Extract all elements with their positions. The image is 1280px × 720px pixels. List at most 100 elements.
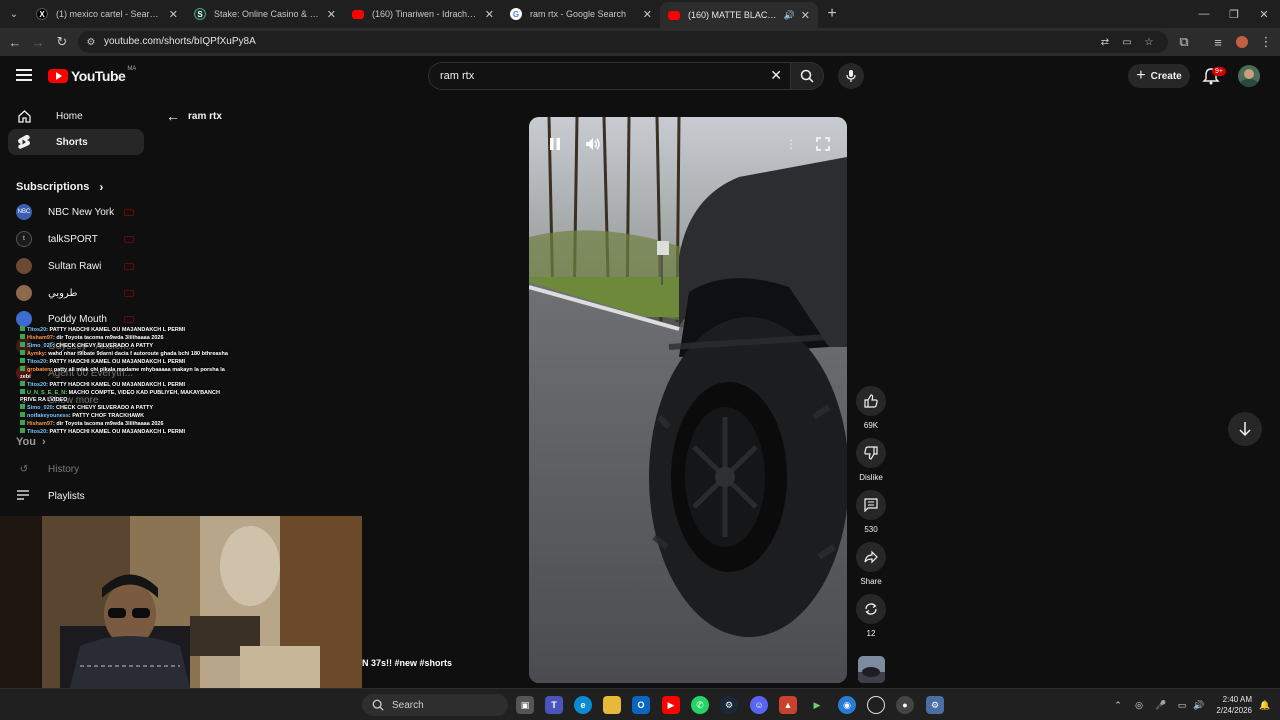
browser-menu-icon[interactable]: ⋮ — [1256, 32, 1276, 52]
close-tab-icon[interactable]: ✕ — [643, 8, 652, 21]
search-button[interactable] — [790, 62, 824, 90]
task-view-icon[interactable]: ▣ — [516, 696, 534, 714]
shorts-icon — [16, 134, 32, 150]
sidebar-item-shorts[interactable]: Shorts — [8, 129, 144, 155]
like-action[interactable]: 69K — [855, 386, 887, 430]
chrome-icon[interactable]: ◉ — [838, 696, 856, 714]
browser-tab[interactable]: (160) Tinariwen - Idrache (Trace ✕ — [344, 0, 502, 28]
reload-icon[interactable]: ↻ — [52, 32, 72, 52]
shorts-video-player[interactable]: ⋮ — [529, 117, 847, 683]
close-tab-icon[interactable]: ✕ — [327, 8, 336, 21]
fullscreen-button[interactable] — [812, 133, 834, 155]
remix-button[interactable] — [856, 594, 886, 624]
pause-button[interactable] — [544, 133, 566, 155]
minimize-icon[interactable]: — — [1188, 0, 1220, 28]
close-window-icon[interactable]: ✕ — [1248, 0, 1280, 28]
next-short-button[interactable] — [1228, 412, 1262, 446]
whatsapp-icon[interactable]: ✆ — [691, 696, 709, 714]
extensions-icon[interactable]: ⧉ — [1174, 32, 1194, 52]
close-tab-icon[interactable]: ✕ — [485, 8, 494, 21]
dislike-action[interactable]: Dislike — [855, 438, 887, 482]
browser-tab[interactable]: S Stake: Online Casino & Sports Bet ✕ — [186, 0, 344, 28]
sidebar-item-history[interactable]: ↺ History — [16, 458, 140, 480]
sound-thumbnail[interactable] — [858, 656, 885, 683]
browser-tab[interactable]: X (1) mexico cartel - Search / X ✕ — [28, 0, 186, 28]
obs-alt-icon[interactable]: ● — [896, 696, 914, 714]
translate-icon[interactable]: ⇄ — [1096, 33, 1114, 51]
like-button[interactable] — [856, 386, 886, 416]
chat-message: notfakeyouness: PATTY CHOF TRACKHAWK — [20, 412, 230, 420]
sidebar-item-label: Home — [56, 110, 83, 122]
taskbar-search[interactable]: Search — [362, 694, 508, 716]
address-bar[interactable]: ⚙ youtube.com/shorts/bIQPfXuPy8A ⇄ ▭ ☆ — [78, 31, 1168, 53]
thumbs-down-icon — [864, 446, 878, 460]
comment-count: 530 — [864, 525, 878, 534]
app-icon[interactable]: ▲ — [779, 696, 797, 714]
browser-tab[interactable]: G ram rtx - Google Search ✕ — [502, 0, 660, 28]
sidebar-item-subscription[interactable]: طروبي — [16, 282, 140, 304]
chat-username: Hisham97 — [27, 335, 53, 341]
chevron-right-icon: › — [41, 436, 46, 448]
channel-name: NBC New York — [48, 206, 115, 218]
you-heading[interactable]: You › — [16, 436, 46, 448]
steam-icon[interactable]: ⚙ — [720, 696, 738, 714]
chat-username: grobaten — [27, 367, 51, 373]
outlook-icon[interactable]: O — [632, 696, 650, 714]
dislike-button[interactable] — [856, 438, 886, 468]
cast-icon[interactable]: ▭ — [1118, 33, 1136, 51]
file-explorer-icon[interactable] — [603, 696, 621, 714]
tray-microphone-icon[interactable]: 🎤 — [1154, 698, 1168, 712]
subscriptions-heading[interactable]: Subscriptions › — [16, 180, 103, 194]
terminal-icon[interactable]: ▶ — [808, 696, 826, 714]
remix-action[interactable]: 12 — [855, 594, 887, 638]
search-input[interactable]: ram rtx ✕ — [428, 62, 790, 90]
restore-icon[interactable]: ❐ — [1218, 0, 1250, 28]
sidebar-item-subscription[interactable]: NBC NBC New York — [16, 201, 140, 223]
profile-icon[interactable] — [1232, 32, 1252, 52]
tray-overflow-chevron-icon[interactable]: ⌃ — [1111, 698, 1125, 712]
sidebar-item-subscription[interactable]: t talkSPORT — [16, 228, 140, 250]
tray-speaker-icon[interactable]: 🔊 — [1192, 698, 1206, 712]
bookmark-star-icon[interactable]: ☆ — [1140, 33, 1158, 51]
system-clock[interactable]: 2:40 AM 2/24/2026 — [1208, 694, 1252, 716]
close-tab-icon[interactable]: ✕ — [801, 9, 810, 22]
sidebar-item-home[interactable]: Home — [8, 103, 144, 129]
create-button[interactable]: + Create — [1128, 64, 1190, 88]
teams-icon[interactable]: T — [545, 696, 563, 714]
discord-icon[interactable]: ☺ — [750, 696, 768, 714]
volume-button[interactable] — [582, 133, 604, 155]
more-options-icon[interactable]: ⋮ — [780, 133, 802, 155]
new-tab-button[interactable]: + — [818, 0, 846, 28]
back-icon[interactable]: ← — [5, 32, 25, 52]
tab-search-menu-button[interactable]: ⌄ — [0, 0, 28, 28]
settings-icon[interactable]: ⚙ — [926, 696, 944, 714]
voice-search-button[interactable] — [838, 63, 864, 89]
chat-username: Titos20 — [27, 382, 47, 388]
browser-tab-active[interactable]: (160) MATTE BLACK RAM TRX 🔊 ✕ — [660, 2, 818, 28]
subscriptions-label: Subscriptions — [16, 181, 90, 193]
youtube-app-icon[interactable]: ▶ — [662, 696, 680, 714]
clear-search-icon[interactable]: ✕ — [770, 67, 782, 84]
forward-icon[interactable]: → — [28, 32, 48, 52]
comments-action[interactable]: 530 — [855, 490, 887, 534]
edge-icon[interactable]: e — [574, 696, 592, 714]
close-tab-icon[interactable]: ✕ — [169, 8, 178, 21]
comment-icon — [864, 498, 878, 512]
share-action[interactable]: Share — [855, 542, 887, 586]
audio-playing-icon[interactable]: 🔊 — [784, 10, 795, 21]
tray-display-icon[interactable]: ▭ — [1175, 698, 1189, 712]
notification-center-icon[interactable]: 🔔 — [1258, 698, 1272, 712]
account-avatar[interactable] — [1238, 65, 1260, 87]
comments-button[interactable] — [856, 490, 886, 520]
chat-message: Titos20: PATTY HADCHI KAMEL OU MA3ANDAKC… — [20, 358, 230, 366]
obs-icon[interactable] — [867, 696, 885, 714]
tray-obs-icon[interactable]: ◎ — [1132, 698, 1146, 712]
sidebar-item-playlists[interactable]: Playlists — [16, 485, 140, 507]
back-to-search-button[interactable]: ← ram rtx — [166, 108, 222, 124]
menu-icon[interactable] — [14, 66, 34, 86]
tab-list-icon[interactable]: ≡ — [1208, 32, 1228, 52]
sidebar-item-subscription[interactable]: Sultan Rawi — [16, 255, 140, 277]
site-info-icon[interactable]: ⚙ — [82, 33, 100, 51]
youtube-logo[interactable]: YouTube MA — [48, 66, 136, 84]
share-button[interactable] — [856, 542, 886, 572]
